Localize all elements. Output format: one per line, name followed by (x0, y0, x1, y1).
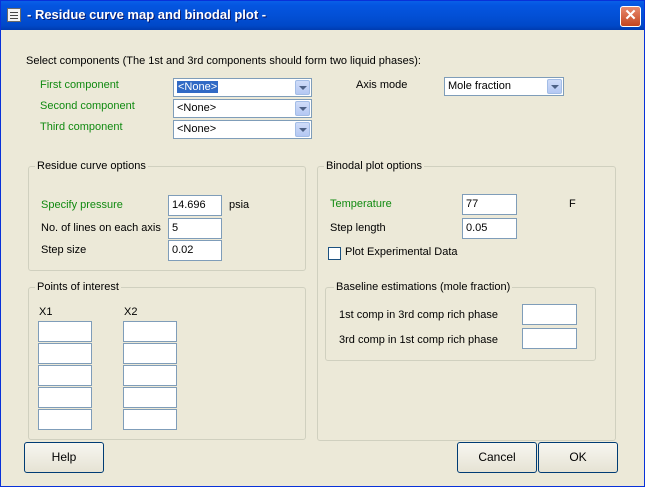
step-size-input[interactable]: 0.02 (168, 240, 222, 261)
step-length-label: Step length (330, 222, 386, 234)
pressure-label: Specify pressure (41, 199, 123, 211)
pressure-input[interactable]: 14.696 (168, 195, 222, 216)
close-button[interactable]: ✕ (620, 6, 641, 27)
baseline-third-label: 3rd comp in 1st comp rich phase (339, 334, 498, 346)
step-length-input[interactable]: 0.05 (462, 218, 517, 239)
axis-mode-label: Axis mode (356, 79, 408, 91)
x1-column-label: X1 (39, 306, 53, 318)
app-icon (7, 8, 21, 22)
ok-button[interactable]: OK (538, 442, 618, 473)
chevron-down-icon[interactable] (547, 79, 562, 94)
select-components-instruction: Select components (The 1st and 3rd compo… (26, 55, 421, 67)
first-component-label: First component (40, 79, 119, 91)
second-component-select[interactable]: <None> (173, 99, 312, 118)
x1-input[interactable] (38, 387, 92, 408)
step-size-value: 0.02 (172, 244, 194, 256)
baseline-third-input[interactable] (522, 328, 577, 349)
axis-mode-select[interactable]: Mole fraction (444, 77, 564, 96)
temperature-label: Temperature (330, 198, 392, 210)
x2-input[interactable] (123, 365, 177, 386)
third-component-label: Third component (40, 121, 123, 133)
x2-column-label: X2 (124, 306, 138, 318)
lines-per-axis-label: No. of lines on each axis (41, 222, 161, 234)
plot-experimental-checkbox[interactable] (328, 247, 341, 260)
second-component-label: Second component (40, 100, 135, 112)
x1-input[interactable] (38, 343, 92, 364)
temperature-unit: F (569, 198, 576, 210)
first-component-value: <None> (177, 81, 219, 93)
baseline-first-label: 1st comp in 3rd comp rich phase (339, 309, 498, 321)
baseline-first-input[interactable] (522, 304, 577, 325)
lines-per-axis-value: 5 (172, 222, 179, 234)
x2-input[interactable] (123, 343, 177, 364)
step-length-value: 0.05 (466, 222, 488, 234)
pressure-value: 14.696 (172, 199, 206, 211)
close-icon: ✕ (624, 7, 637, 24)
third-component-select[interactable]: <None> (173, 120, 312, 139)
temperature-input[interactable]: 77 (462, 194, 517, 215)
lines-per-axis-input[interactable]: 5 (168, 218, 222, 239)
binodal-options-legend: Binodal plot options (324, 160, 425, 172)
axis-mode-value: Mole fraction (448, 80, 511, 92)
help-button[interactable]: Help (24, 442, 104, 473)
x1-input[interactable] (38, 321, 92, 342)
x2-input[interactable] (123, 387, 177, 408)
x2-input[interactable] (123, 409, 177, 430)
pressure-unit: psia (229, 199, 250, 211)
chevron-down-icon[interactable] (295, 80, 310, 95)
cancel-button[interactable]: Cancel (457, 442, 537, 473)
plot-experimental-label: Plot Experimental Data (345, 246, 458, 258)
points-of-interest-legend: Points of interest (35, 281, 121, 293)
window-title: - Residue curve map and binodal plot - (27, 7, 267, 22)
third-component-value: <None> (177, 123, 217, 135)
first-component-select[interactable]: <None> (173, 78, 312, 97)
chevron-down-icon[interactable] (295, 101, 310, 116)
temperature-value: 77 (466, 198, 479, 210)
x1-input[interactable] (38, 365, 92, 386)
second-component-value: <None> (177, 102, 217, 114)
residue-curve-legend: Residue curve options (35, 160, 148, 172)
x2-input[interactable] (123, 321, 177, 342)
baseline-legend: Baseline estimations (mole fraction) (334, 281, 513, 293)
step-size-label: Step size (41, 244, 87, 256)
title-bar[interactable]: - Residue curve map and binodal plot - ✕ (1, 1, 644, 30)
chevron-down-icon[interactable] (295, 122, 310, 137)
x1-input[interactable] (38, 409, 92, 430)
dialog-window: - Residue curve map and binodal plot - ✕… (0, 0, 645, 487)
